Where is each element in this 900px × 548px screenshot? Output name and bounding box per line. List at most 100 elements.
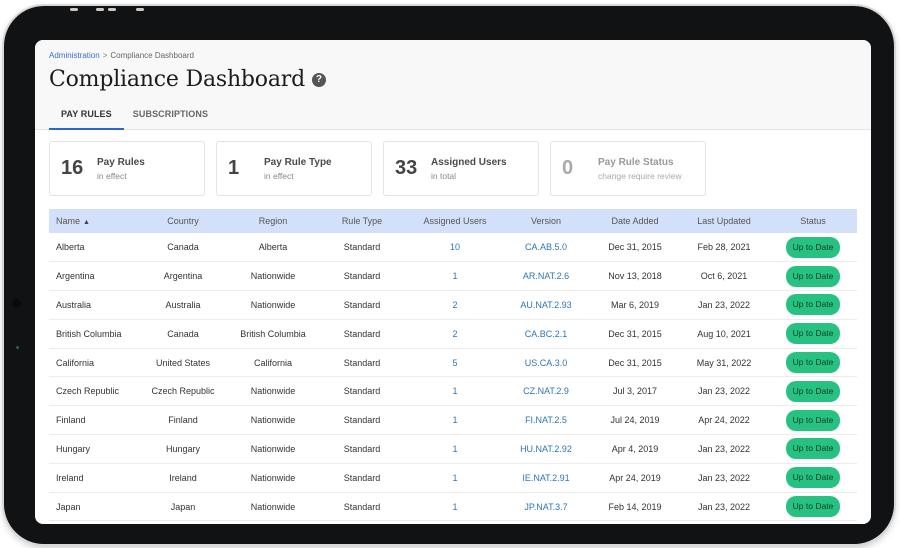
- column-header-date-added[interactable]: Date Added: [591, 209, 679, 233]
- card-label: Pay Rules: [97, 156, 145, 168]
- device-button: [70, 8, 78, 11]
- cell-version[interactable]: CA.AB.5.0: [501, 233, 591, 262]
- cell-assigned-users[interactable]: 1: [409, 463, 501, 492]
- status-badge[interactable]: Up to Date: [785, 380, 841, 402]
- column-header-version[interactable]: Version: [501, 209, 591, 233]
- table-row[interactable]: Argentina Argentina Nationwide Standard 1 AR.…: [49, 262, 857, 291]
- cell-date-added: Jul 24, 2019: [610, 415, 660, 426]
- status-badge[interactable]: Up to Date: [785, 294, 841, 316]
- table-row[interactable]: California United States California Standar…: [49, 348, 857, 377]
- tab-pay-rules[interactable]: PAY RULES: [49, 103, 124, 130]
- tab-bar: PAY RULES SUBSCRIPTIONS: [49, 103, 217, 130]
- cell-rule-type: Standard: [343, 299, 381, 310]
- help-icon[interactable]: ?: [311, 72, 326, 87]
- table-row[interactable]: Alberta Canada Alberta Standard 10 CA.AB.5.0 D…: [49, 233, 857, 262]
- cell-assigned-users[interactable]: 1: [409, 377, 501, 406]
- cell-name: Alberta: [56, 242, 85, 253]
- cell-date-added: Apr 4, 2019: [611, 443, 659, 454]
- cell-region: Nationwide: [250, 443, 296, 454]
- cell-last-updated: Jan 23, 2022: [697, 472, 751, 483]
- cell-version[interactable]: AU.NAT.2.93: [501, 291, 591, 320]
- cell-last-updated: Jan 23, 2022: [697, 386, 751, 397]
- cell-last-updated: Oct 6, 2021: [700, 271, 748, 282]
- table-row[interactable]: Ireland Ireland Nationwide Standard 1 IE.NAT.…: [49, 463, 857, 493]
- cell-region: Alberta: [258, 242, 288, 253]
- cell-name: California: [56, 357, 95, 368]
- card-sublabel: in effect: [264, 170, 294, 181]
- cell-assigned-users[interactable]: 1: [409, 406, 501, 435]
- status-badge[interactable]: Up to Date: [785, 323, 841, 345]
- card-label: Pay Rule Status: [598, 156, 674, 168]
- cell-date-added: Nov 13, 2018: [608, 271, 662, 282]
- breadcrumb-separator: >: [102, 51, 108, 60]
- cell-assigned-users[interactable]: 1: [409, 492, 501, 521]
- card-sublabel: in effect: [97, 170, 127, 181]
- cell-version[interactable]: IE.NAT.2.91: [501, 463, 591, 492]
- cell-name: Australia: [56, 299, 92, 310]
- table-row[interactable]: British Columbia Canada British Columbia St…: [49, 319, 857, 349]
- table-row[interactable]: Japan Japan Nationwide Standard 1 JP.NAT.3.7 F…: [49, 492, 857, 521]
- cell-version[interactable]: CA.BC.2.1: [501, 319, 591, 348]
- cell-version[interactable]: FI.NAT.2.5: [501, 406, 591, 435]
- cell-status: Up to Date: [769, 233, 857, 262]
- cell-status: Up to Date: [769, 319, 857, 348]
- cell-name: Finland: [56, 415, 86, 426]
- column-header-last-updated[interactable]: Last Updated: [679, 209, 769, 233]
- cell-version[interactable]: US.CA.3.0: [501, 348, 591, 377]
- cell-name: British Columbia: [56, 328, 122, 339]
- cell-version[interactable]: CZ.NAT.2.9: [501, 377, 591, 406]
- table-row[interactable]: Finland Finland Nationwide Standard 1 FI.NAT.…: [49, 406, 857, 435]
- cell-last-updated: Jan 23, 2022: [697, 501, 751, 512]
- card-sublabel: in total: [431, 170, 457, 181]
- tab-subscriptions[interactable]: SUBSCRIPTIONS: [124, 103, 217, 130]
- cell-date-added: Feb 14, 2019: [608, 501, 662, 512]
- cell-assigned-users[interactable]: 2: [409, 319, 501, 348]
- card-value: 0: [562, 157, 574, 179]
- status-badge[interactable]: Up to Date: [785, 352, 841, 374]
- cell-rule-type: Standard: [343, 328, 381, 339]
- cell-version[interactable]: AR.NAT.2.6: [501, 262, 591, 291]
- cell-assigned-users[interactable]: 1: [409, 435, 501, 464]
- column-header-region[interactable]: Region: [231, 209, 315, 233]
- page-header: Administration > Compliance Dashboard Comp…: [35, 40, 871, 130]
- cell-name: Czech Republic: [56, 386, 120, 397]
- breadcrumb-administration[interactable]: Administration: [49, 51, 100, 60]
- cell-name: Japan: [56, 501, 81, 512]
- card-pay-rules: 16 Pay Rules in effect: [49, 141, 205, 196]
- table-row[interactable]: Australia Australia Nationwide Standard 2 AU.…: [49, 291, 857, 320]
- cell-version[interactable]: HU.NAT.2.92: [501, 435, 591, 464]
- cell-region: Nationwide: [250, 386, 296, 397]
- status-badge[interactable]: Up to Date: [785, 496, 841, 518]
- table-row[interactable]: Czech Republic Czech Republic Nationwide St…: [49, 377, 857, 406]
- card-value: 33: [395, 157, 418, 179]
- device-button: [96, 8, 104, 11]
- cell-country: United States: [155, 357, 211, 368]
- cell-region: California: [253, 357, 293, 368]
- column-header-country[interactable]: Country: [135, 209, 231, 233]
- cell-region: Nationwide: [250, 501, 296, 512]
- status-badge[interactable]: Up to Date: [785, 409, 841, 431]
- cell-assigned-users[interactable]: 1: [409, 262, 501, 291]
- status-badge[interactable]: Up to Date: [785, 467, 841, 489]
- cell-country: Argentina: [163, 271, 203, 282]
- cell-region: Nationwide: [250, 271, 296, 282]
- cell-assigned-users[interactable]: 2: [409, 291, 501, 320]
- cell-version[interactable]: JP.NAT.3.7: [501, 492, 591, 521]
- column-header-status[interactable]: Status: [769, 209, 857, 233]
- column-header-name[interactable]: Name ▲: [49, 209, 135, 233]
- cell-assigned-users[interactable]: 10: [409, 233, 501, 262]
- column-header-assigned-users[interactable]: Assigned Users: [409, 209, 501, 233]
- status-badge[interactable]: Up to Date: [785, 438, 841, 460]
- status-badge[interactable]: Up to Date: [785, 265, 841, 287]
- page-title: Compliance Dashboard: [49, 67, 305, 92]
- cell-rule-type: Standard: [343, 357, 381, 368]
- status-badge[interactable]: Up to Date: [785, 236, 841, 258]
- cell-name: Argentina: [56, 271, 95, 282]
- cell-last-updated: Feb 28, 2021: [697, 242, 751, 253]
- table-row[interactable]: Hungary Hungary Nationwide Standard 1 HU.NAT.…: [49, 435, 857, 464]
- device-button: [136, 8, 144, 11]
- cell-status: Up to Date: [769, 492, 857, 521]
- cell-country: Australia: [165, 299, 201, 310]
- column-header-rule-type[interactable]: Rule Type: [315, 209, 409, 233]
- cell-assigned-users[interactable]: 5: [409, 348, 501, 377]
